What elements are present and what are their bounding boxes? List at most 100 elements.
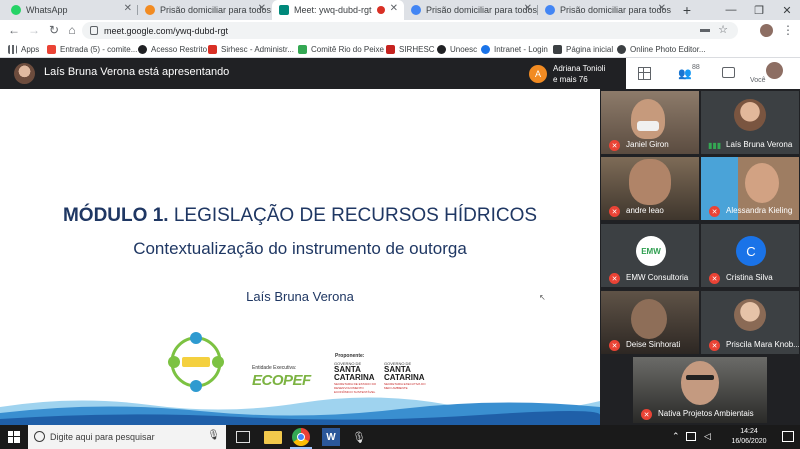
bookmark-label: Apps [21, 45, 40, 54]
close-icon[interactable]: ✕ [658, 3, 666, 14]
bookmark-label: Intranet - Login [494, 45, 548, 54]
clock-time: 14:24 [740, 428, 758, 435]
participant-video [681, 361, 719, 405]
tab-prisao-2[interactable]: Prisão domiciliar para todos os ✕ [404, 0, 538, 20]
avatar [14, 63, 35, 84]
avatar: C [736, 236, 766, 266]
back-arrow-icon[interactable]: ← [6, 22, 22, 38]
chrome-icon[interactable] [292, 428, 310, 446]
site-favicon-icon [298, 45, 307, 54]
presentation-slide: MÓDULO 1. LEGISLAÇÃO DE RECURSOS HÍDRICO… [0, 89, 600, 425]
profile-avatar[interactable] [760, 24, 773, 37]
new-tab-button[interactable]: + [672, 0, 702, 20]
bookmark-sirhesc-admin[interactable]: Sirhesc - Administr... [208, 43, 294, 56]
tab-prisao-1[interactable]: Prisão domiciliar para todos os ✕ [138, 0, 272, 20]
bookmark-intranet[interactable]: Intranet - Login [481, 43, 548, 56]
close-window-icon[interactable]: ✕ [772, 0, 800, 20]
mic-off-icon: ✕ [609, 206, 620, 217]
camera-icon[interactable]: ▬ [700, 24, 710, 35]
browser-toolbar: ← → ↻ ⌂ meet.google.com/ywq-dubd-rgt ▬ ☆… [0, 20, 800, 41]
face-mask [637, 121, 659, 131]
clock-date: 16/06/2020 [731, 438, 767, 445]
minimize-icon[interactable]: — [716, 0, 746, 20]
bookmark-comite-rio-do-peixe[interactable]: Comitê Rio do Peixe [298, 43, 384, 56]
mic-off-icon: ✕ [709, 206, 720, 217]
volume-icon[interactable]: ◁ [704, 431, 711, 442]
participant-tile[interactable]: ✕ andre leao [601, 157, 699, 220]
participant-tile[interactable]: ✕ Nativa Projetos Ambientais [633, 357, 767, 423]
close-icon[interactable]: ✕ [390, 3, 398, 14]
participant-tile[interactable]: ✕ Janiel Giron [601, 91, 699, 154]
join-notification: A Adriana Tonioli e mais 76 [525, 62, 625, 86]
taskbar-search-input[interactable]: Digite aqui para pesquisar 🎙 [28, 425, 226, 449]
bookmark-label: Unoesc [450, 45, 478, 54]
task-view-icon[interactable] [236, 431, 250, 443]
participant-tile[interactable]: EMW ✕ EMW Consultoria [601, 224, 699, 287]
word-icon[interactable]: W [322, 428, 340, 446]
tab-whatsapp[interactable]: WhatsApp ✕ [4, 0, 138, 20]
participant-tile[interactable]: ✕ Deise Sinhorati [601, 291, 699, 354]
avatar: EMW [636, 236, 666, 266]
bookmark-photo-editor[interactable]: Online Photo Editor... [617, 43, 706, 56]
windows-taskbar: Digite aqui para pesquisar 🎙 W 🎙 ⌃ ◁ 14:… [0, 425, 800, 449]
lock-icon [90, 26, 98, 35]
browser-tab-strip: WhatsApp ✕ Prisão domiciliar para todos … [0, 0, 800, 20]
bookmarks-bar: Apps Entrada (5) - comite... Acesso Rest… [0, 41, 800, 58]
forward-arrow-icon[interactable]: → [26, 22, 42, 38]
slide-title-bold: MÓDULO 1. [62, 205, 169, 226]
layout-icon[interactable] [638, 67, 651, 80]
slide-title-rest: LEGISLAÇÃO DE RECURSOS HÍDRICOS [168, 205, 538, 226]
tab-label: WhatsApp [26, 5, 68, 15]
slide-subtitle: Contextualização do instrumento de outor… [133, 239, 467, 258]
participant-name: Laís Bruna Verona [726, 140, 793, 149]
maximize-icon[interactable]: ❐ [744, 0, 774, 20]
reload-icon[interactable]: ↻ [46, 22, 62, 38]
participant-tile[interactable]: ▮▮▮ Laís Bruna Verona [701, 91, 799, 154]
presenting-label: Laís Bruna Verona está apresentando [44, 66, 230, 78]
participant-tile[interactable]: C ✕ Cristina Silva [701, 224, 799, 287]
recording-icon [377, 6, 385, 14]
whatsapp-icon [11, 5, 21, 15]
file-explorer-icon[interactable] [264, 431, 282, 444]
close-icon[interactable]: ✕ [524, 3, 532, 14]
more-menu-icon[interactable]: ⋮ [780, 22, 796, 38]
address-bar[interactable]: meet.google.com/ywq-dubd-rgt ▬ ☆ [82, 22, 738, 39]
mic-off-icon: ✕ [709, 273, 720, 284]
close-icon[interactable]: ✕ [124, 3, 132, 14]
avatar[interactable] [766, 62, 783, 79]
participant-tile[interactable]: ✕ Alessandra Kieling [701, 157, 799, 220]
star-icon[interactable]: ☆ [718, 23, 728, 36]
tray-chevron-icon[interactable]: ⌃ [672, 431, 680, 442]
tab-meet[interactable]: Meet: ywq-dubd-rgt ✕ [272, 0, 404, 20]
microphone-icon[interactable]: 🎙 [207, 430, 220, 441]
network-icon[interactable] [686, 432, 696, 441]
bookmark-pagina-inicial[interactable]: Página inicial [553, 43, 613, 56]
tab-prisao-3[interactable]: Prisão domiciliar para todos os ✕ [538, 0, 672, 20]
participant-name: Nativa Projetos Ambientais [658, 409, 754, 418]
home-icon[interactable]: ⌂ [64, 22, 80, 38]
participant-name: andre leao [626, 206, 664, 215]
search-placeholder: Digite aqui para pesquisar [50, 432, 155, 442]
tab-label: Prisão domiciliar para todos os [560, 5, 672, 15]
bookmark-acesso-restrito[interactable]: Acesso Restrito [138, 43, 207, 56]
people-icon[interactable]: 👥 [678, 67, 692, 80]
mic-off-icon: ✕ [641, 409, 652, 420]
notifications-icon[interactable] [782, 431, 794, 442]
bookmark-apps[interactable]: Apps [8, 43, 39, 56]
site-favicon-icon [437, 45, 446, 54]
close-icon[interactable]: ✕ [258, 3, 266, 14]
microphone-icon[interactable]: 🎙 [350, 428, 368, 446]
participant-tile[interactable]: ✕ Priscila Mara Knob... [701, 291, 799, 354]
taskbar-clock[interactable]: 14:24 16/06/2020 [722, 427, 776, 447]
logo-sc2-name: SANTA CATARINA [384, 365, 425, 382]
chat-icon[interactable] [722, 67, 735, 78]
mic-off-icon: ✕ [609, 140, 620, 151]
bookmark-label: Sirhesc - Administr... [221, 45, 294, 54]
participant-name: Alessandra Kieling [726, 206, 793, 215]
avatar [734, 299, 766, 331]
windows-start-button[interactable] [0, 425, 28, 449]
bookmark-entrada[interactable]: Entrada (5) - comite... [47, 43, 137, 56]
bookmark-unoesc[interactable]: Unoesc [437, 43, 477, 56]
mic-off-icon: ✕ [609, 273, 620, 284]
bookmark-sirhesc[interactable]: SIRHESC [386, 43, 435, 56]
